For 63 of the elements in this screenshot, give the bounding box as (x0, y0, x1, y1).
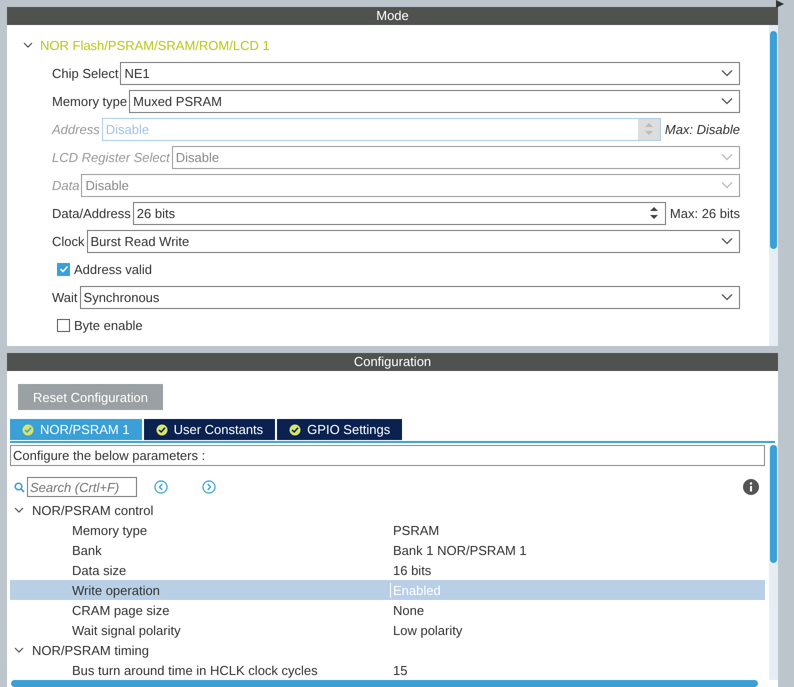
info-icon[interactable] (743, 479, 759, 495)
checkbox-label: Address valid (74, 262, 152, 276)
field-label: Chip Select (52, 66, 118, 80)
parameter-name: Wait signal polarity (71, 622, 182, 638)
parameter-name: Bank (71, 542, 103, 558)
parameter-value: Enabled (390, 582, 765, 598)
tab[interactable]: User Constants (144, 419, 276, 440)
chevron-icon[interactable] (14, 645, 24, 655)
scrollbar-thumb[interactable] (770, 445, 777, 563)
chevron-icon[interactable] (23, 40, 33, 50)
check-circle-icon (22, 424, 34, 436)
parameter-row[interactable]: CRAM page size None (10, 600, 765, 620)
field-label: Data/Address (52, 206, 131, 220)
max-label: Max: Disable (664, 122, 740, 136)
next-icon[interactable] (202, 480, 216, 494)
group-title[interactable]: NOR/PSRAM timing (32, 642, 150, 658)
field-label: Clock (52, 234, 85, 248)
parameter-value: Bank 1 NOR/PSRAM 1 (392, 542, 528, 558)
tab[interactable]: GPIO Settings (277, 419, 402, 440)
previous-icon[interactable] (154, 480, 168, 494)
spinner-arrows-icon[interactable] (648, 205, 659, 221)
corner-arrow-icon[interactable] (776, 0, 784, 8)
parameter-row[interactable]: Data size 16 bits (10, 560, 765, 580)
parameter-value: 15 (392, 662, 408, 678)
dropdown-field[interactable]: Muxed PSRAM (129, 90, 740, 112)
checkbox-label: Byte enable (74, 318, 143, 332)
dropdown-field[interactable]: Burst Read Write (86, 230, 740, 252)
parameter-value: PSRAM (392, 522, 440, 538)
field-label: Wait (52, 290, 78, 304)
field-label: Memory type (52, 94, 128, 108)
chevron-icon[interactable] (14, 505, 24, 515)
parameter-name: Data size (71, 562, 128, 578)
dropdown-field[interactable]: NE1 (120, 62, 740, 84)
field-label: LCD Register Select (52, 150, 170, 164)
scrollbar-thumb[interactable] (770, 31, 777, 249)
parameter-value: 16 bits (392, 562, 432, 578)
parameter-name: CRAM page size (71, 602, 171, 618)
spinner-field[interactable]: 26 bits (132, 202, 666, 224)
field-label: Data (52, 178, 80, 192)
parameter-row[interactable]: Bus turn around time in HCLK clock cycles 15 (10, 660, 765, 680)
parameter-row[interactable]: Bank Bank 1 NOR/PSRAM 1 (10, 540, 765, 560)
checkbox[interactable] (57, 318, 70, 332)
field-label: Address (52, 122, 100, 136)
parameter-name: Bus turn around time in HCLK clock cycles (71, 662, 319, 678)
check-circle-icon (156, 424, 168, 436)
search-icon (14, 482, 25, 492)
search-field[interactable]: Search (Crtl+F) (27, 477, 137, 497)
panel-header: Configuration (7, 353, 778, 371)
parameter-row[interactable]: Write operation Enabled (10, 580, 765, 600)
parameter-value: Low polarity (392, 622, 464, 638)
horizontal-scrollbar[interactable] (11, 680, 758, 687)
check-circle-icon (289, 424, 302, 436)
checkbox[interactable] (57, 262, 70, 276)
dropdown-field[interactable]: Synchronous (80, 286, 740, 308)
parameter-value: None (392, 602, 426, 618)
parameter-row[interactable]: Wait signal polarity Low polarity (10, 620, 765, 640)
parameter-row[interactable]: Memory type PSRAM (10, 520, 765, 540)
max-label: Max: 26 bits (670, 206, 740, 220)
parameter-name: Write operation (71, 582, 161, 598)
panel-header: Mode (7, 7, 778, 25)
parameter-name: Memory type (71, 522, 148, 538)
group-title[interactable]: NOR/PSRAM control (32, 502, 154, 518)
description-text: Configure the below parameters : (10, 445, 765, 466)
